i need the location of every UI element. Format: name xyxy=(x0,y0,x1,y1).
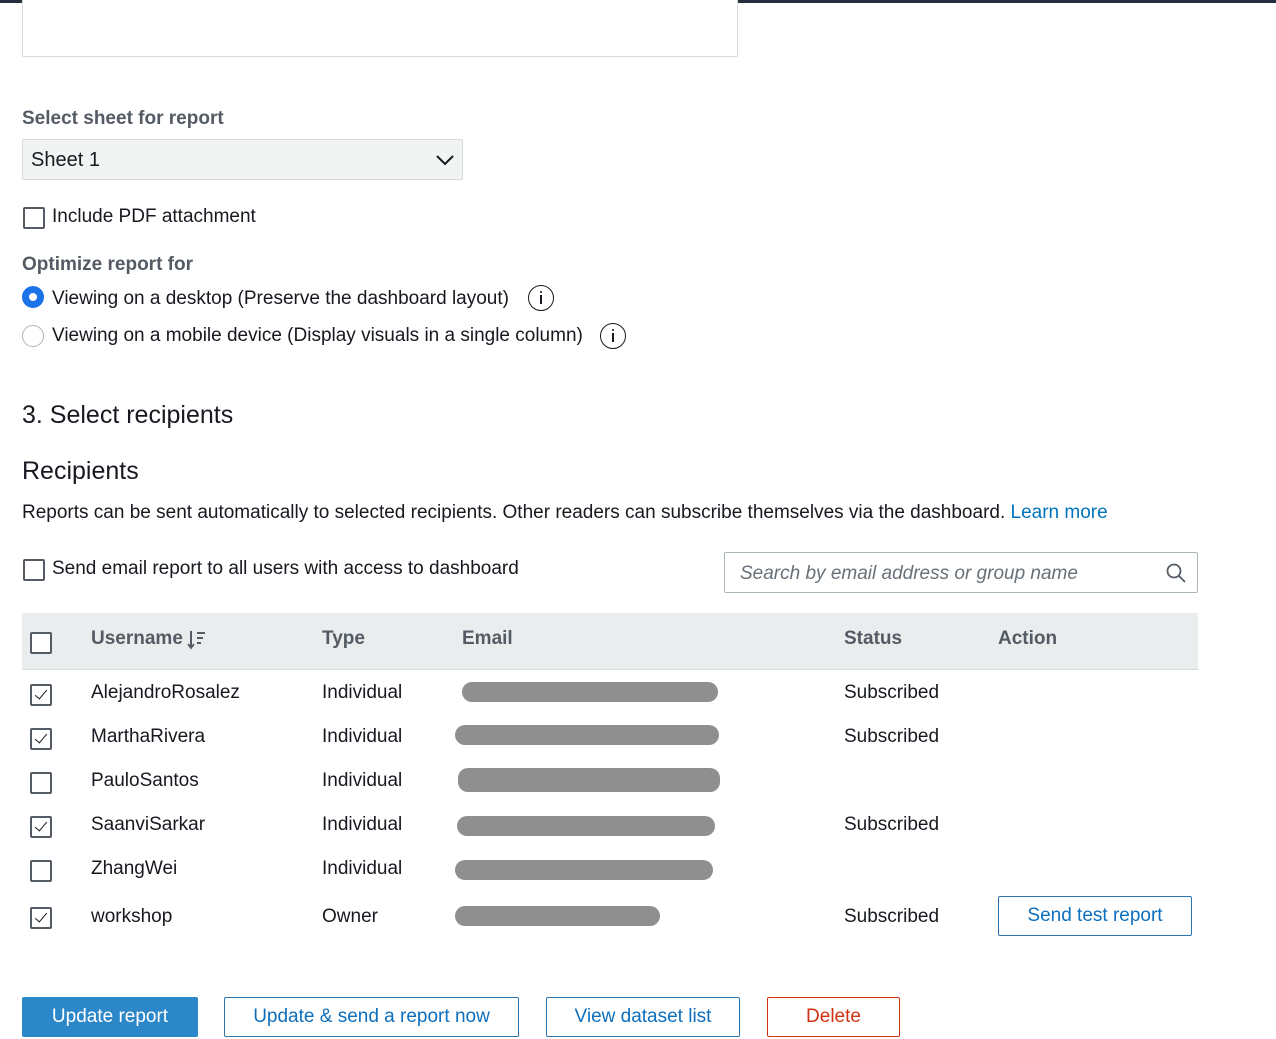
row-checkbox[interactable] xyxy=(30,907,52,929)
sheet-select[interactable]: Sheet 1 xyxy=(22,139,463,180)
radio-desktop[interactable] xyxy=(22,286,44,308)
email-redacted xyxy=(457,816,715,836)
pdf-attachment-label: Include PDF attachment xyxy=(52,206,256,227)
row-type: Individual xyxy=(322,770,403,791)
row-status: Subscribed xyxy=(844,726,940,747)
row-checkbox[interactable] xyxy=(30,816,52,838)
view-dataset-button[interactable]: View dataset list xyxy=(546,997,740,1037)
row-checkbox[interactable] xyxy=(30,728,52,750)
email-redacted xyxy=(455,860,713,880)
pdf-attachment-checkbox[interactable] xyxy=(23,207,45,229)
col-username[interactable]: Username xyxy=(91,628,183,650)
learn-more-link[interactable]: Learn more xyxy=(1011,502,1108,523)
description-textarea[interactable] xyxy=(22,0,738,57)
row-type: Individual xyxy=(322,858,403,879)
description-text: Reports can be sent automatically to sel… xyxy=(22,502,1006,523)
row-username: ZhangWei xyxy=(91,858,178,879)
send-all-label: Send email report to all users with acce… xyxy=(52,558,519,579)
col-action: Action xyxy=(998,628,1058,649)
row-status: Subscribed xyxy=(844,814,940,835)
select-sheet-label: Select sheet for report xyxy=(22,108,224,129)
recipients-description: Reports can be sent automatically to sel… xyxy=(22,502,1108,524)
row-checkbox[interactable] xyxy=(30,772,52,794)
row-username: SaanviSarkar xyxy=(91,814,206,835)
col-status: Status xyxy=(844,628,903,649)
chevron-down-icon xyxy=(434,150,456,175)
optimize-label: Optimize report for xyxy=(22,254,194,275)
sort-icon[interactable] xyxy=(187,629,207,656)
col-email: Email xyxy=(462,628,513,649)
search-icon[interactable] xyxy=(1165,562,1187,589)
recipients-heading: Recipients xyxy=(22,457,139,485)
radio-mobile-label: Viewing on a mobile device (Display visu… xyxy=(52,325,583,346)
email-redacted xyxy=(455,725,719,745)
info-icon[interactable] xyxy=(528,285,554,311)
row-status: Subscribed xyxy=(844,682,940,703)
row-type: Owner xyxy=(322,906,378,927)
row-type: Individual xyxy=(322,726,403,747)
row-checkbox[interactable] xyxy=(30,860,52,882)
row-username: PauloSantos xyxy=(91,770,199,791)
send-test-report-button[interactable]: Send test report xyxy=(998,896,1192,936)
email-redacted xyxy=(462,682,718,702)
row-status: Subscribed xyxy=(844,906,940,927)
radio-mobile[interactable] xyxy=(22,325,44,347)
col-type: Type xyxy=(322,628,365,649)
section-heading: 3. Select recipients xyxy=(22,401,234,429)
row-type: Individual xyxy=(322,814,403,835)
update-send-button[interactable]: Update & send a report now xyxy=(224,997,519,1037)
send-all-checkbox[interactable] xyxy=(23,559,45,581)
row-type: Individual xyxy=(322,682,403,703)
radio-desktop-label: Viewing on a desktop (Preserve the dashb… xyxy=(52,288,509,309)
delete-button[interactable]: Delete xyxy=(767,997,900,1037)
sheet-select-value: Sheet 1 xyxy=(31,149,100,171)
row-username: AlejandroRosalez xyxy=(91,682,240,703)
row-checkbox[interactable] xyxy=(30,684,52,706)
select-all-checkbox[interactable] xyxy=(30,632,52,654)
email-redacted xyxy=(455,906,660,926)
info-icon[interactable] xyxy=(600,323,626,349)
email-redacted xyxy=(458,768,720,792)
update-report-button[interactable]: Update report xyxy=(22,997,198,1037)
search-input[interactable]: Search by email address or group name xyxy=(724,552,1198,593)
search-placeholder: Search by email address or group name xyxy=(740,563,1078,584)
row-username: workshop xyxy=(91,906,173,927)
row-username: MarthaRivera xyxy=(91,726,206,747)
